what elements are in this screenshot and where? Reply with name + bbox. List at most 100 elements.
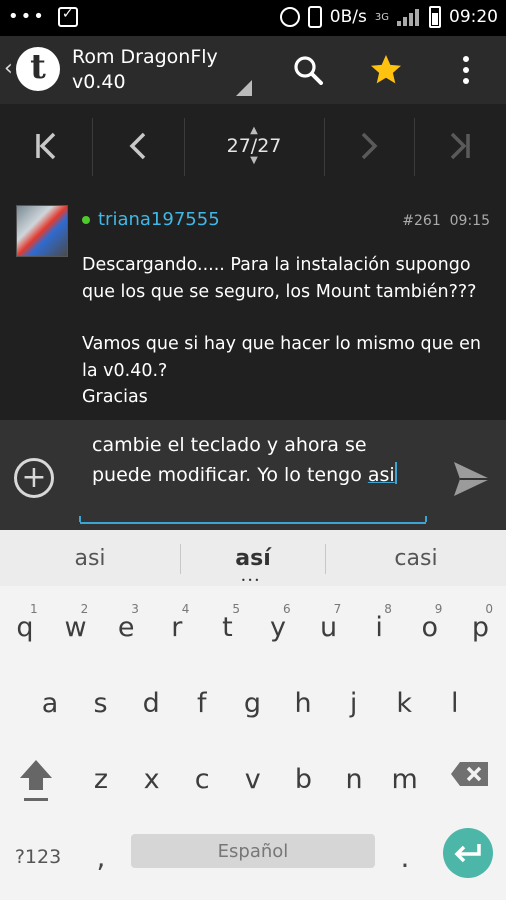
reply-current-word: asi (367, 464, 395, 486)
last-page-icon (450, 132, 470, 160)
key-hint: 0 (485, 602, 494, 616)
post-card: triana197555 #261 09:15 Descargando.....… (0, 188, 506, 420)
key-hint: 9 (434, 602, 443, 616)
key-z[interactable]: z (76, 742, 126, 816)
avatar[interactable] (16, 205, 68, 257)
keyboard-row-4: ?123 , Español . (0, 820, 506, 894)
forum-title-line1: Rom DragonFly (72, 46, 218, 68)
key-x[interactable]: x (127, 742, 177, 816)
key-hint: 4 (181, 602, 190, 616)
status-bar: ••• 0B/s 3G 09:20 (0, 0, 506, 36)
post-body-line1: Descargando..... Para la instalación sup… (82, 255, 477, 302)
shift-key[interactable] (14, 754, 58, 806)
page-indicator[interactable]: ▲ 27/27 ▼ (184, 116, 324, 176)
enter-icon (454, 844, 481, 863)
post-author[interactable]: triana197555 (82, 209, 220, 230)
briefcase-check-icon (57, 6, 78, 27)
shift-icon (20, 760, 52, 801)
key-a[interactable]: a (25, 666, 75, 740)
app-logo[interactable]: t (16, 47, 60, 91)
reply-composer: + cambie el teclado y ahora se puede mod… (0, 420, 506, 530)
key-g[interactable]: g (227, 666, 277, 740)
key-hint: 1 (30, 602, 38, 616)
key-h[interactable]: h (278, 666, 328, 740)
key-o[interactable]: o9 (405, 590, 455, 664)
key-hint: 8 (384, 602, 392, 616)
prev-page-button[interactable] (92, 116, 184, 176)
key-hint: 3 (131, 602, 139, 616)
reply-text: cambie el teclado y ahora se puede modif… (92, 434, 368, 486)
comma-key[interactable]: , (76, 820, 126, 894)
search-button[interactable] (288, 50, 328, 90)
favorite-button[interactable] (366, 50, 406, 90)
key-c[interactable]: c (177, 742, 227, 816)
more-suggestions-dots[interactable]: ••• (241, 576, 261, 585)
suggestion-3[interactable]: casi (326, 530, 506, 586)
suggestion-1[interactable]: asi (0, 530, 180, 586)
post-meta: #261 09:15 (402, 213, 490, 229)
forum-title[interactable]: Rom DragonFly v0.40 (72, 45, 218, 95)
key-t[interactable]: t5 (202, 590, 252, 664)
add-attachment-button[interactable]: + (14, 458, 54, 498)
key-f[interactable]: f (177, 666, 227, 740)
key-n[interactable]: n (329, 742, 379, 816)
key-k[interactable]: k (379, 666, 429, 740)
forum-title-line2: v0.40 (72, 71, 126, 93)
send-icon (454, 462, 490, 496)
send-button[interactable] (448, 456, 494, 502)
clock: 09:20 (449, 7, 498, 27)
key-u[interactable]: u7 (304, 590, 354, 664)
key-w[interactable]: w2 (51, 590, 101, 664)
overflow-menu-icon (463, 56, 469, 84)
first-page-icon (36, 132, 56, 160)
key-y[interactable]: y6 (253, 590, 303, 664)
overflow-menu-button[interactable] (446, 50, 486, 90)
key-b[interactable]: b (278, 742, 328, 816)
pagination-bar: ▲ 27/27 ▼ (0, 104, 506, 188)
first-page-button[interactable] (0, 116, 92, 176)
key-i[interactable]: i8 (354, 590, 404, 664)
key-hint: 5 (232, 602, 241, 616)
keyboard-row-2: asdfghjkl (0, 666, 506, 740)
backspace-key[interactable] (450, 760, 490, 788)
key-v[interactable]: v (228, 742, 278, 816)
key-hint: 2 (80, 602, 89, 616)
online-status-dot (82, 215, 90, 224)
post-number: #261 (402, 213, 441, 229)
alarm-icon (279, 7, 300, 27)
key-q[interactable]: q1 (0, 590, 50, 664)
suggestion-strip: asi así casi ••• (0, 530, 506, 586)
prev-page-icon (129, 132, 146, 160)
post-time: 09:15 (449, 213, 490, 229)
symbols-key[interactable]: ?123 (0, 820, 76, 894)
plus-icon: + (21, 460, 47, 495)
key-l[interactable]: l (430, 666, 480, 740)
space-bar[interactable]: Español (131, 834, 375, 868)
star-icon (371, 55, 401, 84)
key-s[interactable]: s (76, 666, 126, 740)
battery-icon (429, 6, 441, 28)
key-r[interactable]: r4 (152, 590, 202, 664)
more-dots-icon: ••• (8, 6, 46, 27)
key-p[interactable]: p0 (455, 590, 505, 664)
next-page-button[interactable] (324, 116, 414, 176)
key-j[interactable]: j (329, 666, 379, 740)
key-hint: 6 (283, 602, 291, 616)
post-body-line2: Vamos que si hay que hacer lo mismo que … (82, 334, 481, 381)
next-page-icon (361, 132, 378, 160)
key-d[interactable]: d (126, 666, 176, 740)
key-e[interactable]: e3 (101, 590, 151, 664)
backspace-icon (451, 762, 488, 786)
key-m[interactable]: m (380, 742, 430, 816)
back-chevron-icon[interactable]: ‹ (4, 56, 13, 81)
key-hint: 7 (333, 602, 342, 616)
keyboard-row-3: zxcvbnm (0, 742, 506, 816)
last-page-button[interactable] (414, 116, 506, 176)
post-body: Descargando..... Para la instalación sup… (82, 252, 492, 411)
enter-key[interactable] (443, 828, 493, 878)
text-caret (394, 462, 397, 484)
reply-text-field[interactable]: cambie el teclado y ahora se puede modif… (79, 430, 427, 524)
period-key[interactable]: . (380, 820, 430, 894)
post-body-line3: Gracias (82, 387, 148, 407)
signal-icon (397, 8, 421, 26)
